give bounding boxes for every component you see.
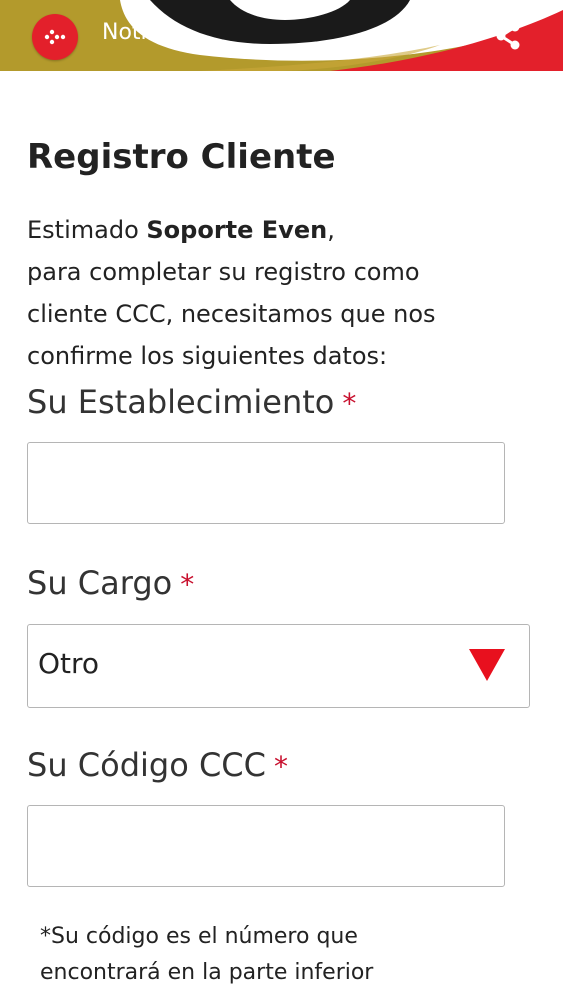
back-button[interactable]: [32, 14, 78, 60]
customer-name: Soporte Even: [146, 216, 328, 244]
intro-greeting: Estimado: [27, 216, 147, 244]
app-header: Notic: [0, 0, 563, 71]
intro-line-1: Estimado Soporte Even,: [27, 209, 537, 251]
screen: Notic Registro Cliente Estimado Soporte …: [0, 0, 563, 1000]
back-arrow-icon: [44, 29, 66, 45]
position-label-text: Su Cargo: [27, 564, 173, 602]
required-mark: *: [273, 750, 288, 783]
header-title: Notic: [102, 20, 159, 45]
note-line-2: encontrará en la parte inferior: [40, 960, 374, 985]
code-input[interactable]: [27, 805, 505, 887]
note-line-1: *Su código es el número que: [40, 924, 358, 949]
share-button[interactable]: [488, 16, 528, 56]
establishment-label: Su Establecimiento *: [27, 383, 356, 421]
intro-line-2: para completar su registro como: [27, 258, 420, 286]
share-icon: [496, 22, 520, 50]
position-selected-value: Otro: [38, 647, 100, 680]
dropdown-arrow-icon: [469, 649, 505, 681]
intro-line-4: confirme los siguientes datos:: [27, 342, 388, 370]
required-mark: *: [342, 387, 357, 420]
intro-line-3: cliente CCC, necesitamos que nos: [27, 300, 436, 328]
intro-text: Estimado Soporte Even, para completar su…: [27, 209, 537, 377]
establishment-label-text: Su Establecimiento: [27, 383, 335, 421]
code-label-text: Su Código CCC: [27, 746, 266, 784]
position-select[interactable]: Otro: [27, 624, 530, 708]
code-help-note: *Su código es el número que encontrará e…: [40, 919, 540, 991]
position-label: Su Cargo *: [27, 564, 194, 602]
establishment-input[interactable]: [27, 442, 505, 524]
intro-greeting-end: ,: [327, 216, 335, 244]
required-mark: *: [180, 568, 195, 601]
brand-swoosh-graphic: [120, 0, 563, 71]
registration-form: Registro Cliente Estimado Soporte Even, …: [0, 71, 563, 1000]
page-title: Registro Cliente: [27, 137, 336, 177]
code-label: Su Código CCC *: [27, 746, 288, 784]
